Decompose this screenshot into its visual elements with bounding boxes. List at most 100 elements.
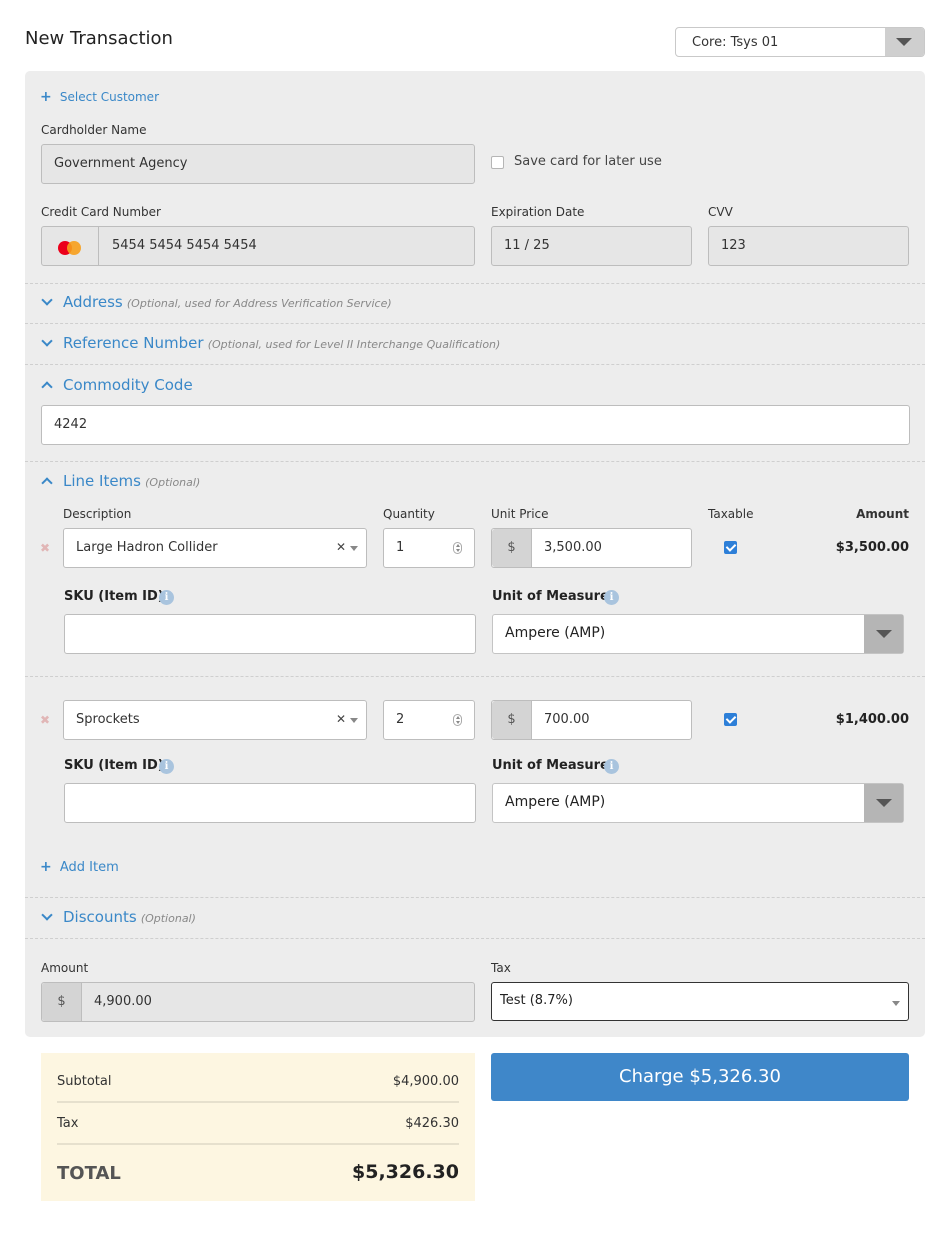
discounts-title: Discounts [63,908,137,926]
dropdown-arrow-icon[interactable] [864,615,903,653]
sku-label: SKU (Item ID) [64,758,164,773]
clear-icon[interactable]: ✕ [336,540,346,554]
divider [25,283,925,284]
amount-value: 4,900.00 [94,994,152,1009]
reference-title: Reference Number [63,334,204,352]
divider [25,938,925,939]
line-items-section-toggle[interactable]: Line Items (Optional) [41,472,201,490]
select-customer-link[interactable]: + Select Customer [40,89,159,105]
item-description-value: Sprockets [76,712,140,727]
dropdown-arrow-icon[interactable] [885,28,924,56]
processor-value: Core: Tsys 01 [692,35,779,50]
caret-down-icon[interactable] [350,718,358,723]
address-section-toggle[interactable]: Address (Optional, used for Address Veri… [41,293,392,311]
tax-value: Test (8.7%) [500,993,573,1008]
info-icon[interactable]: i [604,590,619,605]
caret-down-icon[interactable] [350,546,358,551]
sku-label: SKU (Item ID) [64,589,164,604]
caret-down-icon[interactable] [892,1001,900,1006]
item-unit-price-input[interactable]: $ 3,500.00 [491,528,692,568]
divider [25,461,925,462]
item-quantity-value: 2 [396,712,405,727]
divider [25,897,925,898]
cvv-input[interactable]: 123 [708,226,909,266]
plus-icon: + [40,859,52,875]
item-description-combo[interactable]: Sprockets ✕ [63,700,367,740]
commodity-code-value: 4242 [54,417,88,432]
item-amount: $1,400.00 [835,712,909,727]
reference-section-toggle[interactable]: Reference Number (Optional, used for Lev… [41,334,501,352]
select-customer-label: Select Customer [59,90,159,104]
info-icon[interactable]: i [159,759,174,774]
expiration-value: 11 / 25 [504,238,550,253]
info-icon[interactable]: i [604,759,619,774]
item-unit-price-value: 3,500.00 [544,540,602,555]
expiration-input[interactable]: 11 / 25 [491,226,692,266]
tax-select[interactable]: Test (8.7%) [491,982,909,1021]
uom-select[interactable]: Ampere (AMP) [492,783,904,823]
uom-value: Ampere (AMP) [505,625,606,641]
commodity-title: Commodity Code [63,376,193,394]
chevron-up-icon [41,477,53,489]
remove-item-icon[interactable]: ✖ [40,713,50,727]
description-header: Description [63,507,132,521]
uom-select[interactable]: Ampere (AMP) [492,614,904,654]
quantity-header: Quantity [383,507,435,521]
card-brand-box [42,227,99,265]
cardholder-name-input[interactable]: Government Agency [41,144,475,184]
item-unit-price-input[interactable]: $ 700.00 [491,700,692,740]
remove-item-icon[interactable]: ✖ [40,541,50,555]
add-item-link[interactable]: + Add Item [40,859,119,875]
cardholder-name-label: Cardholder Name [41,123,147,137]
expiration-label: Expiration Date [491,205,585,219]
chevron-down-icon [41,335,53,347]
commodity-code-input[interactable]: 4242 [41,405,910,445]
tax-label: Tax [491,961,511,975]
divider [57,1143,459,1145]
currency-addon: $ [492,701,532,739]
chevron-down-icon [41,294,53,306]
card-number-input[interactable]: 5454 5454 5454 5454 [41,226,475,266]
amount-input[interactable]: $ 4,900.00 [41,982,475,1022]
reference-note: (Optional, used for Level II Interchange… [207,338,501,351]
item-quantity-input[interactable]: 2 [383,700,475,740]
cvv-label: CVV [708,205,733,219]
sku-input[interactable] [64,783,476,823]
uom-value: Ampere (AMP) [505,794,606,810]
plus-icon: + [40,89,52,105]
item-description-combo[interactable]: Large Hadron Collider ✕ [63,528,367,568]
card-number-value: 5454 5454 5454 5454 [112,238,257,253]
item-quantity-value: 1 [396,540,405,555]
stepper-icon[interactable] [453,542,462,554]
chevron-up-icon [41,381,53,393]
address-title: Address [63,293,123,311]
page-title: New Transaction [25,28,173,49]
order-summary: Subtotal $4,900.00 Tax $426.30 TOTAL $5,… [41,1053,475,1201]
save-card-checkbox[interactable] [491,156,504,169]
info-icon[interactable]: i [159,590,174,605]
amount-header: Amount [856,507,909,521]
line-items-title: Line Items [63,472,141,490]
card-number-label: Credit Card Number [41,205,161,219]
cardholder-name-value: Government Agency [54,156,188,171]
discounts-section-toggle[interactable]: Discounts (Optional) [41,908,196,926]
charge-button[interactable]: Charge $5,326.30 [491,1053,909,1101]
discounts-note: (Optional) [140,912,196,925]
dropdown-arrow-icon[interactable] [864,784,903,822]
processor-select[interactable]: Core: Tsys 01 [675,27,925,57]
stepper-icon[interactable] [453,714,462,726]
add-item-label: Add Item [59,860,119,875]
currency-addon: $ [492,529,532,567]
uom-label: Unit of Measure [492,589,609,604]
item-taxable-checkbox[interactable] [724,713,737,726]
clear-icon[interactable]: ✕ [336,712,346,726]
summary-tax-value: $426.30 [405,1116,459,1131]
item-quantity-input[interactable]: 1 [383,528,475,568]
uom-label: Unit of Measure [492,758,609,773]
amount-label: Amount [41,961,89,975]
item-taxable-checkbox[interactable] [724,541,737,554]
commodity-section-toggle[interactable]: Commodity Code [41,376,193,394]
sku-input[interactable] [64,614,476,654]
item-amount: $3,500.00 [835,540,909,555]
line-items-note: (Optional) [145,476,201,489]
